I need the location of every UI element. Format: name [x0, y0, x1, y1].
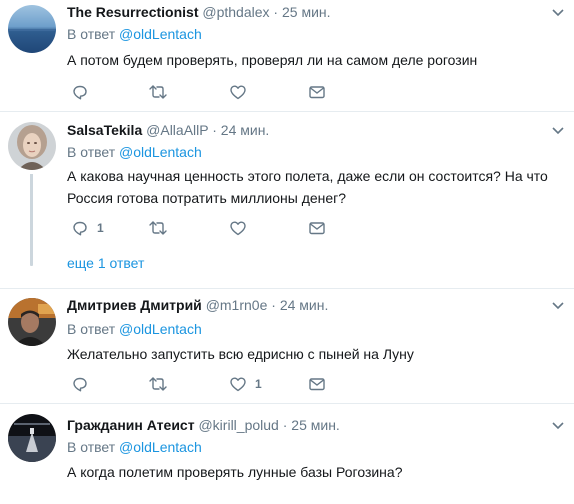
reply-icon — [73, 85, 87, 100]
reply-mention-link[interactable]: @oldLentach — [119, 321, 202, 337]
username[interactable]: @m1rn0e — [206, 297, 268, 313]
avatar-image — [8, 298, 56, 346]
display-name[interactable]: The Resurrectionist — [67, 4, 198, 20]
reply-button[interactable] — [71, 82, 97, 102]
avatar[interactable] — [8, 5, 56, 53]
thread-connector-dots — [30, 245, 33, 269]
retweet-button[interactable] — [148, 218, 176, 238]
display-name[interactable]: Гражданин Атеист — [67, 417, 195, 433]
tweet-3[interactable]: Дмитриев Дмитрий @m1rn0e · 24 мин. В отв… — [0, 289, 574, 404]
reply-icon — [73, 221, 87, 236]
direct-message-button[interactable] — [308, 82, 326, 102]
tweet-text: Желательно запустить всю едрисню с пыней… — [67, 346, 414, 362]
separator-dot: · — [282, 417, 288, 433]
tweet-text: А потом будем проверять, проверял ли на … — [67, 52, 478, 68]
chevron-down-icon[interactable] — [552, 301, 564, 311]
tweet-1[interactable]: The Resurrectionist @pthdalex · 25 мин. … — [0, 0, 574, 112]
avatar-image — [8, 414, 56, 462]
tweet-actions: 1 — [67, 374, 367, 394]
like-button[interactable]: 1 — [229, 374, 262, 394]
display-name[interactable]: SalsaTekila — [67, 122, 142, 138]
like-button[interactable] — [229, 82, 255, 102]
direct-message-button[interactable] — [308, 218, 326, 238]
tweet-2[interactable]: SalsaTekila @AllaAllP · 24 мин. В ответ … — [0, 112, 574, 289]
avatar[interactable] — [8, 414, 56, 462]
chevron-down-icon[interactable] — [552, 126, 564, 136]
timestamp[interactable]: 24 мин. — [221, 122, 270, 138]
reply-mention-link[interactable]: @oldLentach — [119, 26, 202, 42]
message-icon — [309, 86, 325, 99]
reply-prefix: В ответ — [67, 321, 116, 337]
separator-dot: · — [212, 122, 217, 138]
retweet-icon — [149, 221, 167, 235]
message-icon — [309, 378, 325, 391]
like-count: 1 — [255, 377, 262, 391]
timestamp[interactable]: 25 мин. — [282, 4, 331, 20]
reply-prefix: В ответ — [67, 439, 116, 455]
retweet-button[interactable] — [148, 374, 176, 394]
avatar-image — [8, 5, 56, 53]
avatar[interactable] — [8, 298, 56, 346]
avatar-image — [8, 122, 56, 170]
reply-count: 1 — [97, 221, 104, 235]
retweet-icon — [149, 377, 167, 391]
retweet-button[interactable] — [148, 82, 176, 102]
username[interactable]: @pthdalex — [202, 4, 269, 20]
avatar[interactable] — [8, 122, 56, 170]
retweet-icon — [149, 85, 167, 99]
reply-button[interactable] — [71, 374, 97, 394]
reply-icon — [73, 377, 87, 392]
reply-context: В ответ @oldLentach — [67, 143, 202, 161]
username[interactable]: @AllaAllP — [146, 122, 208, 138]
reply-button[interactable]: 1 — [71, 218, 104, 238]
timestamp[interactable]: 25 мин. — [291, 417, 340, 433]
tweet-actions — [67, 82, 367, 102]
like-icon — [230, 85, 246, 100]
tweet-text: А когда полетим проверять лунные базы Ро… — [67, 464, 403, 480]
timestamp[interactable]: 24 мин. — [280, 297, 329, 313]
chevron-down-icon[interactable] — [552, 421, 564, 431]
reply-context: В ответ @oldLentach — [67, 438, 202, 456]
separator-dot: · — [271, 297, 276, 313]
tweet-4[interactable]: Гражданин Атеист @kirill_polud · 25 мин.… — [0, 404, 574, 504]
reply-context: В ответ @oldLentach — [67, 320, 202, 338]
reply-prefix: В ответ — [67, 26, 116, 42]
like-icon — [230, 377, 246, 392]
reply-mention-link[interactable]: @oldLentach — [119, 439, 202, 455]
reply-prefix: В ответ — [67, 144, 116, 160]
reply-context: В ответ @oldLentach — [67, 25, 202, 43]
show-more-replies-link[interactable]: еще 1 ответ — [67, 254, 144, 272]
separator-dot: · — [273, 4, 279, 20]
message-icon — [309, 222, 325, 235]
like-button[interactable] — [229, 218, 255, 238]
tweet-actions: 1 — [67, 218, 367, 238]
display-name[interactable]: Дмитриев Дмитрий — [67, 297, 202, 313]
tweet-text: А какова научная ценность этого полета, … — [67, 168, 548, 206]
chevron-down-icon[interactable] — [552, 8, 564, 18]
like-icon — [230, 221, 246, 236]
username[interactable]: @kirill_polud — [198, 417, 278, 433]
reply-mention-link[interactable]: @oldLentach — [119, 144, 202, 160]
direct-message-button[interactable] — [308, 374, 326, 394]
